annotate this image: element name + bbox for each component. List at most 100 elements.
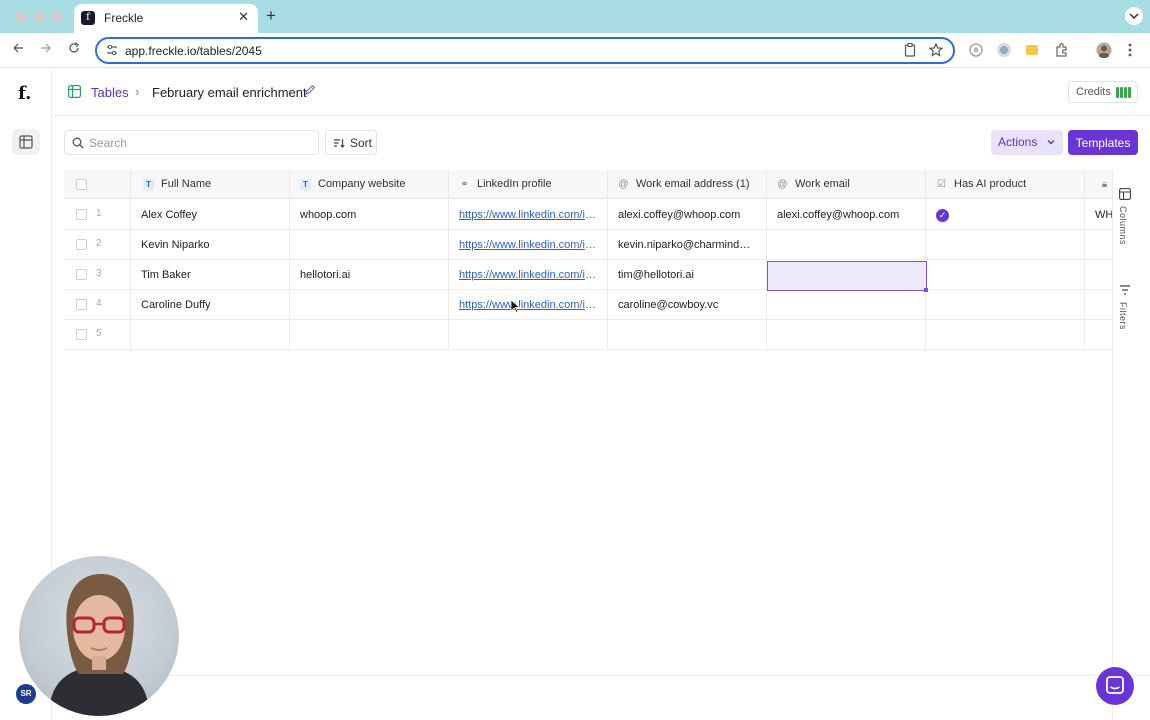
- actions-button[interactable]: Actions: [991, 130, 1063, 155]
- clipboard-icon[interactable]: [904, 43, 916, 60]
- cell-has-ai-product[interactable]: [926, 320, 1085, 350]
- cell-linkedin-link[interactable]: [449, 320, 608, 350]
- row-number: 5: [96, 328, 102, 339]
- freckle-logo[interactable]: f.: [18, 83, 31, 104]
- reload-icon[interactable]: [68, 42, 80, 57]
- new-tab-icon[interactable]: +: [266, 6, 276, 26]
- address-bar[interactable]: app.freckle.io/tables/2045: [95, 37, 955, 64]
- cell-linkedin-link[interactable]: https://www.linkedin.com/in...: [449, 230, 608, 260]
- cell-company-website[interactable]: whoop.com: [290, 200, 449, 230]
- browser-nav-bar: app.freckle.io/tables/2045: [0, 33, 1150, 68]
- at-sign-icon: @: [777, 179, 788, 190]
- cell-full-name[interactable]: Caroline Duffy: [131, 290, 290, 320]
- credits-indicator[interactable]: Credits: [1068, 81, 1138, 103]
- cell-overflow[interactable]: [1085, 230, 1112, 260]
- cell-work-email-address-1[interactable]: alexi.coffey@whoop.com: [608, 200, 767, 230]
- cell-has-ai-product[interactable]: [926, 260, 1085, 290]
- cell-has-ai-product[interactable]: [926, 290, 1085, 320]
- cell-company-website[interactable]: [290, 290, 449, 320]
- forward-arrow-icon[interactable]: [40, 42, 52, 57]
- row-selector: 1: [64, 200, 131, 230]
- row-selector: 3: [64, 260, 131, 290]
- templates-button[interactable]: Templates: [1068, 130, 1138, 155]
- cell-work-email-address-1[interactable]: caroline@cowboy.vc: [608, 290, 767, 320]
- has-ai-product-checkbox[interactable]: ✓: [936, 209, 949, 222]
- tab-search-button[interactable]: [1125, 7, 1143, 25]
- tab-close-icon[interactable]: ✕: [238, 9, 249, 25]
- bookmark-star-icon[interactable]: [928, 42, 944, 60]
- window-close-button[interactable]: [15, 11, 27, 23]
- cell-full-name[interactable]: Kevin Niparko: [131, 230, 290, 260]
- sort-button[interactable]: Sort: [325, 130, 377, 155]
- breadcrumb-tables-link[interactable]: Tables: [91, 85, 129, 100]
- cell-work-email[interactable]: alexi.coffey@whoop.com: [767, 200, 926, 230]
- column-header-overflow[interactable]: 🔒︎: [1085, 170, 1112, 199]
- column-header-work-email-address-1[interactable]: @ Work email address (1): [608, 170, 767, 199]
- cell-full-name[interactable]: Alex Coffey: [131, 200, 290, 230]
- table-row[interactable]: 4 Caroline Duffy https://www.linkedin.co…: [64, 290, 1112, 320]
- chevron-down-icon: [1046, 136, 1056, 150]
- filters-panel-toggle[interactable]: Filters: [1118, 302, 1128, 330]
- cell-work-email[interactable]: [767, 290, 926, 320]
- search-input[interactable]: [89, 134, 314, 152]
- edit-pencil-icon[interactable]: [304, 84, 316, 99]
- chat-support-button[interactable]: [1096, 667, 1134, 705]
- table-row[interactable]: 2 Kevin Niparko https://www.linkedin.com…: [64, 230, 1112, 260]
- column-header-has-ai-product[interactable]: ☑ Has AI product: [926, 170, 1085, 199]
- cell-work-email-address-1[interactable]: [608, 320, 767, 350]
- extension-icon[interactable]: [996, 42, 1012, 58]
- column-header-company-website[interactable]: T Company website: [290, 170, 449, 199]
- cell-company-website[interactable]: hellotori.ai: [290, 260, 449, 290]
- table-row[interactable]: 5: [64, 320, 1112, 350]
- table-toolbar: Sort Actions Templates: [52, 116, 1150, 168]
- extension-icon[interactable]: [968, 42, 984, 58]
- row-number: 1: [96, 208, 102, 219]
- cell-overflow[interactable]: [1085, 320, 1112, 350]
- fill-handle[interactable]: [924, 288, 928, 292]
- row-checkbox[interactable]: [76, 269, 87, 280]
- cell-overflow[interactable]: [1085, 260, 1112, 290]
- cell-work-email[interactable]: [767, 320, 926, 350]
- window-minimize-button[interactable]: [33, 11, 45, 23]
- sidebar-item-tables[interactable]: [12, 129, 40, 155]
- cell-has-ai-product[interactable]: [926, 200, 1085, 230]
- cell-work-email-address-1[interactable]: tim@hellotori.ai: [608, 260, 767, 290]
- extension-icon[interactable]: [1024, 42, 1040, 58]
- column-header-linkedin-profile[interactable]: ⚭ LinkedIn profile: [449, 170, 608, 199]
- row-checkbox[interactable]: [76, 239, 87, 250]
- cell-company-website[interactable]: [290, 230, 449, 260]
- cell-linkedin-link[interactable]: https://www.linkedin.com/in...: [449, 200, 608, 230]
- cell-work-email[interactable]: [767, 230, 926, 260]
- select-all-checkbox[interactable]: [76, 179, 87, 190]
- columns-panel-toggle[interactable]: Columns: [1118, 206, 1128, 245]
- column-header-full-name[interactable]: T Full Name: [131, 170, 290, 199]
- cell-has-ai-product[interactable]: [926, 230, 1085, 260]
- row-checkbox[interactable]: [76, 209, 87, 220]
- cell-overflow[interactable]: WH: [1085, 200, 1112, 230]
- user-avatar[interactable]: SR: [16, 684, 36, 704]
- cell-full-name[interactable]: Tim Baker: [131, 260, 290, 290]
- browser-tab[interactable]: f Freckle ✕: [74, 4, 258, 33]
- column-header-work-email[interactable]: @ Work email: [767, 170, 926, 199]
- cell-overflow[interactable]: [1085, 290, 1112, 320]
- url-text: app.freckle.io/tables/2045: [125, 44, 262, 58]
- puzzle-icon[interactable]: [1054, 42, 1070, 58]
- row-checkbox[interactable]: [76, 329, 87, 340]
- profile-avatar-icon[interactable]: [1096, 42, 1112, 58]
- back-arrow-icon[interactable]: [12, 42, 24, 57]
- browser-menu-icon[interactable]: [1127, 42, 1143, 58]
- window-maximize-button[interactable]: [51, 11, 63, 23]
- search-box[interactable]: [64, 130, 319, 155]
- filter-icon[interactable]: [1119, 284, 1131, 299]
- cell-work-email-address-1[interactable]: kevin.niparko@charmindust...: [608, 230, 767, 260]
- table-row[interactable]: 1 Alex Coffey whoop.com https://www.link…: [64, 200, 1112, 230]
- cell-linkedin-link[interactable]: https://www.linkedin.com/in...: [449, 290, 608, 320]
- columns-icon[interactable]: [1119, 188, 1131, 203]
- selected-cell-highlight[interactable]: [767, 261, 928, 292]
- site-settings-icon[interactable]: [106, 44, 118, 59]
- row-checkbox[interactable]: [76, 299, 87, 310]
- cell-company-website[interactable]: [290, 320, 449, 350]
- table-row[interactable]: 3 Tim Baker hellotori.ai https://www.lin…: [64, 260, 1112, 290]
- cell-full-name[interactable]: [131, 320, 290, 350]
- cell-linkedin-link[interactable]: https://www.linkedin.com/in...: [449, 260, 608, 290]
